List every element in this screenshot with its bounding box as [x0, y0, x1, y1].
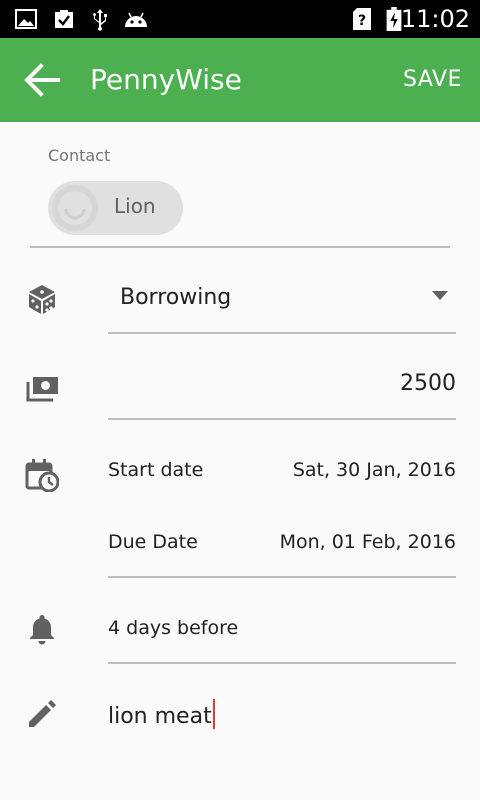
dropdown-arrow-icon[interactable] [432, 291, 448, 301]
contact-label: Contact [48, 146, 111, 165]
avatar-face-icon [58, 191, 92, 225]
bell-icon [30, 615, 54, 645]
briefcase-check-icon [55, 10, 73, 28]
note-text: lion meat [108, 704, 212, 729]
due-date-label: Due Date [108, 531, 198, 553]
status-time: 11:02 [400, 5, 470, 33]
pencil-icon [29, 700, 56, 727]
image-icon [15, 9, 37, 29]
type-dropdown-value[interactable]: Borrowing [120, 283, 231, 313]
app-bar: PennyWise SAVE [0, 38, 480, 122]
contact-chip-label: Lion [114, 194, 156, 218]
battery-charging-icon [386, 7, 402, 31]
due-date-value[interactable]: Mon, 01 Feb, 2016 [260, 529, 456, 555]
contact-chip[interactable]: Lion [48, 181, 183, 235]
app-title: PennyWise [90, 63, 242, 96]
dice-icon [29, 285, 55, 314]
amount-input[interactable]: 2500 [120, 369, 456, 399]
back-arrow-icon[interactable] [22, 62, 60, 98]
sim-unknown-icon: ? [353, 8, 371, 30]
android-icon [125, 12, 147, 27]
start-date-label: Start date [108, 459, 204, 481]
contact-divider [30, 246, 450, 248]
reminder-value[interactable]: 4 days before [108, 615, 238, 641]
start-date-value[interactable]: Sat, 30 Jan, 2016 [260, 457, 456, 483]
text-cursor [212, 699, 215, 729]
status-bar: ? 11:02 [0, 0, 480, 38]
avatar [52, 185, 98, 231]
note-input[interactable]: lion meat [108, 699, 215, 732]
money-icon [26, 377, 58, 402]
calendar-clock-icon [25, 459, 59, 492]
svg-text:?: ? [358, 13, 366, 29]
save-button[interactable]: SAVE [403, 64, 462, 96]
reminder-divider [108, 662, 456, 664]
dates-divider [108, 576, 456, 578]
type-divider [108, 332, 456, 334]
usb-icon [93, 9, 107, 31]
amount-divider [108, 418, 456, 420]
